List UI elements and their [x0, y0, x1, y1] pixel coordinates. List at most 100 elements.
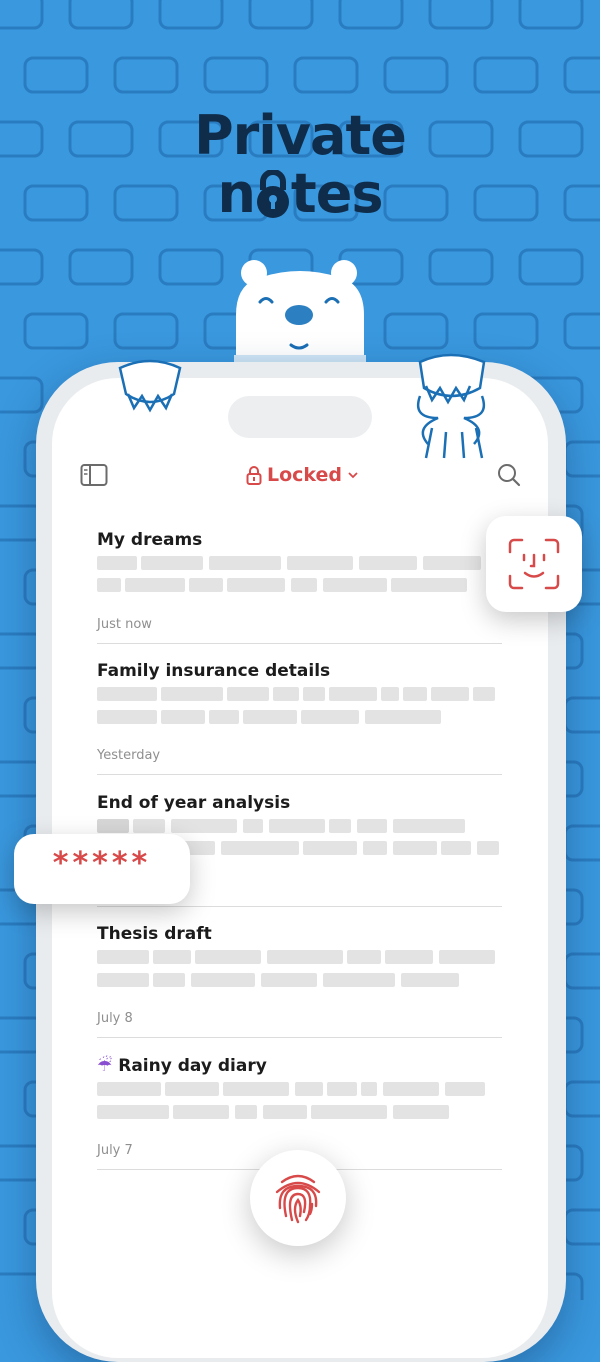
note-title: Family insurance details — [97, 661, 331, 681]
face-id-card[interactable] — [486, 516, 582, 612]
locked-dropdown[interactable]: Locked — [246, 462, 359, 488]
content-placeholder — [191, 973, 255, 987]
content-placeholder — [323, 973, 395, 987]
content-placeholder — [431, 687, 469, 701]
content-placeholder — [423, 556, 481, 570]
content-placeholder — [223, 1082, 289, 1096]
content-placeholder — [97, 687, 157, 701]
content-placeholder — [97, 950, 149, 964]
padlock-o-icon — [256, 170, 289, 218]
password-field-card[interactable]: ***** — [14, 834, 190, 904]
locked-title: Locked — [267, 464, 343, 486]
headline-notes: n tes — [217, 162, 383, 225]
note-title: Thesis draft — [97, 924, 212, 944]
divider — [97, 906, 502, 907]
content-placeholder — [381, 687, 399, 701]
content-placeholder — [97, 578, 121, 592]
content-placeholder — [391, 578, 467, 592]
dynamic-island — [228, 396, 372, 438]
content-placeholder — [323, 578, 387, 592]
content-placeholder — [97, 1105, 169, 1119]
content-placeholder — [221, 841, 299, 855]
content-placeholder — [209, 710, 239, 724]
content-placeholder — [267, 950, 343, 964]
content-placeholder — [209, 556, 281, 570]
content-placeholder — [347, 950, 381, 964]
divider — [97, 774, 502, 775]
polar-bear-mascot — [234, 260, 366, 375]
content-placeholder — [235, 1105, 257, 1119]
content-placeholder — [161, 687, 223, 701]
content-placeholder — [403, 687, 427, 701]
content-placeholder — [291, 578, 317, 592]
content-placeholder — [133, 819, 165, 833]
content-placeholder — [383, 1082, 439, 1096]
content-placeholder — [273, 687, 299, 701]
content-placeholder — [261, 973, 317, 987]
fingerprint-button[interactable] — [250, 1150, 346, 1246]
content-placeholder — [401, 973, 459, 987]
password-mask: ***** — [52, 846, 152, 881]
divider — [97, 1037, 502, 1038]
content-placeholder — [173, 1105, 229, 1119]
note-item-thesis-draft[interactable]: Thesis draft July 8 — [97, 922, 502, 1038]
sidebar-toggle-icon[interactable] — [80, 463, 108, 487]
note-title: My dreams — [97, 530, 203, 550]
content-placeholder — [269, 819, 325, 833]
content-placeholder — [189, 578, 223, 592]
content-placeholder — [287, 556, 353, 570]
note-date: Just now — [97, 617, 152, 632]
content-placeholder — [361, 1082, 377, 1096]
content-placeholder — [97, 710, 157, 724]
content-placeholder — [363, 841, 387, 855]
content-placeholder — [295, 1082, 323, 1096]
content-placeholder — [303, 687, 325, 701]
note-item-family-insurance[interactable]: Family insurance details Yesterday — [97, 659, 502, 775]
content-placeholder — [161, 710, 205, 724]
content-placeholder — [97, 1082, 161, 1096]
content-placeholder — [97, 973, 149, 987]
note-title: ☔ Rainy day diary — [97, 1056, 267, 1076]
content-placeholder — [441, 841, 471, 855]
content-placeholder — [227, 578, 285, 592]
padlock-icon — [246, 466, 262, 485]
content-placeholder — [329, 687, 377, 701]
content-placeholder — [473, 687, 495, 701]
content-placeholder — [439, 950, 495, 964]
content-placeholder — [393, 841, 437, 855]
note-title: End of year analysis — [97, 793, 291, 813]
content-placeholder — [393, 819, 465, 833]
content-placeholder — [301, 710, 359, 724]
note-date: July 8 — [97, 1011, 133, 1026]
content-placeholder — [171, 819, 237, 833]
content-placeholder — [125, 578, 185, 592]
content-placeholder — [97, 556, 137, 570]
note-item-my-dreams[interactable]: My dreams Just now — [97, 528, 502, 644]
content-placeholder — [195, 950, 261, 964]
chevron-down-icon — [348, 472, 358, 479]
divider — [97, 643, 502, 644]
face-id-icon — [508, 538, 560, 590]
content-placeholder — [243, 710, 297, 724]
content-placeholder — [153, 950, 191, 964]
content-placeholder — [327, 1082, 357, 1096]
content-placeholder — [445, 1082, 485, 1096]
content-placeholder — [165, 1082, 219, 1096]
content-placeholder — [243, 819, 263, 833]
content-placeholder — [97, 819, 129, 833]
headline-private: Private — [194, 104, 407, 167]
content-placeholder — [359, 556, 417, 570]
content-placeholder — [385, 950, 433, 964]
content-placeholder — [303, 841, 357, 855]
content-placeholder — [393, 1105, 449, 1119]
content-placeholder — [141, 556, 203, 570]
note-date: July 7 — [97, 1143, 133, 1158]
content-placeholder — [329, 819, 351, 833]
content-placeholder — [477, 841, 499, 855]
search-icon[interactable] — [496, 462, 522, 488]
note-date: Yesterday — [97, 748, 161, 763]
content-placeholder — [357, 819, 387, 833]
content-placeholder — [263, 1105, 307, 1119]
content-placeholder — [311, 1105, 387, 1119]
content-placeholder — [227, 687, 269, 701]
